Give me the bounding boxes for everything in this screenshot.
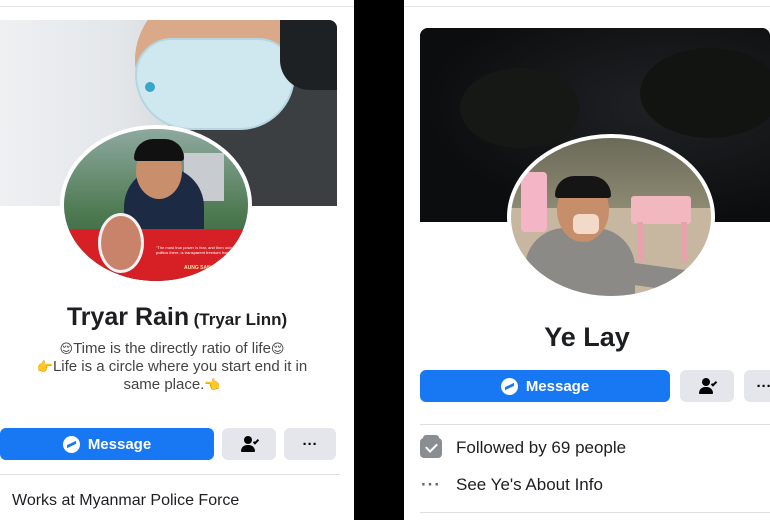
see-about-info-row[interactable]: ··· See Ye's About Info (420, 473, 603, 497)
friends-button[interactable] (222, 428, 276, 460)
section-divider (0, 474, 340, 475)
profile-name-main: Tryar Rain (66, 303, 190, 331)
bio-line-2: 👉Life is a circle where you start end it… (0, 358, 344, 376)
relieved-emoji-icon: 😌 (270, 341, 285, 356)
more-options-button[interactable]: ··· (284, 428, 336, 460)
more-dots-icon: ··· (302, 435, 318, 453)
avatar-table-leg (637, 222, 643, 262)
more-dots-icon: ··· (756, 377, 770, 395)
messenger-icon (62, 435, 80, 453)
cover-foliage (460, 68, 580, 148)
avatar-banner-portrait (98, 213, 144, 273)
works-at-info[interactable]: Works at Myanmar Police Force (12, 492, 239, 510)
followed-by-text: Followed by 69 people (456, 438, 627, 457)
profile-name: Ye Lay (544, 322, 630, 352)
avatar-table-leg (681, 222, 687, 262)
message-button[interactable]: Message (420, 370, 670, 402)
bio-line-3: same place.👈 (0, 376, 344, 394)
followed-by-row[interactable]: Followed by 69 people (420, 435, 627, 460)
action-button-row: Message ··· (0, 428, 354, 460)
avatar-person-hair (555, 176, 611, 198)
friend-check-icon (698, 378, 718, 394)
avatar-chair (521, 172, 547, 232)
see-about-info-text: See Ye's About Info (456, 475, 603, 494)
friend-check-icon (240, 436, 260, 452)
avatar-banner-quote: "The most true power is fear, and then o… (156, 245, 241, 255)
pointing-hand-icon: 👉 (36, 359, 53, 374)
relieved-emoji-icon: 😌 (59, 341, 74, 356)
bottom-divider (420, 512, 770, 513)
more-dots-icon: ··· (421, 475, 441, 494)
message-button-label: Message (87, 435, 152, 453)
right-profile-panel: Ye Lay Message ··· Followed by 69 people… (404, 0, 770, 520)
bio-line-1-text: Time is the directly ratio of life (73, 340, 271, 357)
profile-name-alternate: (Tryar Linn) (193, 310, 288, 329)
pointing-hand-icon: 👈 (204, 377, 221, 392)
followers-check-icon (420, 435, 442, 458)
bio-line-3-text: same place. (123, 376, 205, 393)
friends-button[interactable] (680, 370, 734, 402)
message-button-label: Message (525, 377, 590, 395)
cover-mask (135, 38, 295, 130)
profile-name: Tryar Rain (Tryar Linn) (0, 303, 354, 332)
avatar-banner-name: AUNG SAN SU KYI (184, 265, 229, 271)
profile-avatar[interactable]: "The most true power is fear, and then o… (60, 125, 252, 285)
avatar-table (631, 196, 691, 224)
avatar-person-mask (573, 214, 599, 234)
cover-mask-dot (145, 82, 155, 92)
messenger-icon (500, 377, 518, 395)
cover-foliage (640, 48, 770, 138)
left-profile-panel: "The most true power is fear, and then o… (0, 0, 354, 520)
bio-line-2-text: Life is a circle where you start end it … (52, 358, 308, 375)
message-button[interactable]: Message (0, 428, 214, 460)
section-divider (420, 424, 770, 425)
top-divider (0, 6, 354, 7)
top-divider (404, 6, 770, 7)
cover-hair (280, 20, 337, 90)
bio-line-1: 😌Time is the directly ratio of life😌 (0, 340, 344, 358)
profile-avatar[interactable] (507, 134, 715, 300)
avatar-person-hair (134, 139, 184, 161)
avatar-red-banner (64, 229, 248, 281)
more-options-button[interactable]: ··· (744, 370, 770, 402)
